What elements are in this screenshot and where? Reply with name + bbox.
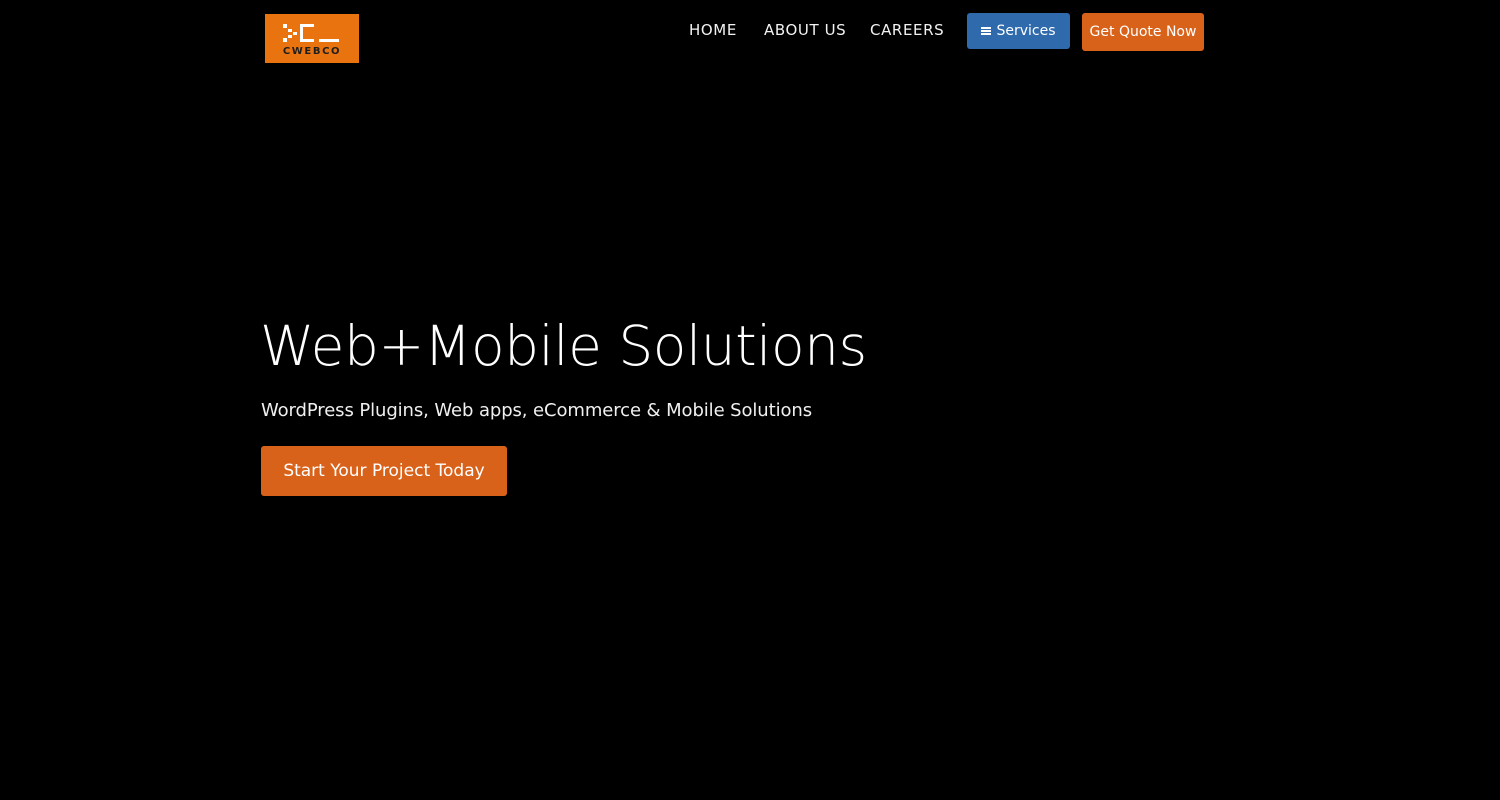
nav-about-link[interactable]: ABOUT US <box>764 20 846 40</box>
get-quote-button[interactable]: Get Quote Now <box>1082 13 1204 51</box>
get-quote-button-label: Get Quote Now <box>1089 24 1197 40</box>
start-project-button[interactable]: Start Your Project Today <box>261 446 507 496</box>
nav-home-link[interactable]: HOME <box>689 20 737 40</box>
hero-title: Web+Mobile Solutions <box>260 314 867 378</box>
site-logo[interactable]: CWEBCO <box>265 14 359 63</box>
page: CWEBCO HOME ABOUT US CAREERS Services Ge… <box>0 0 1500 800</box>
start-project-button-label: Start Your Project Today <box>283 461 485 481</box>
logo-mark-icon <box>283 23 339 42</box>
logo-wordmark: CWEBCO <box>282 45 342 57</box>
services-button-label: Services <box>996 23 1056 39</box>
menu-icon <box>981 27 992 35</box>
hero-subtitle: WordPress Plugins, Web apps, eCommerce &… <box>261 400 812 421</box>
services-menu-button[interactable]: Services <box>967 13 1070 49</box>
nav-careers-link[interactable]: CAREERS <box>870 20 944 40</box>
